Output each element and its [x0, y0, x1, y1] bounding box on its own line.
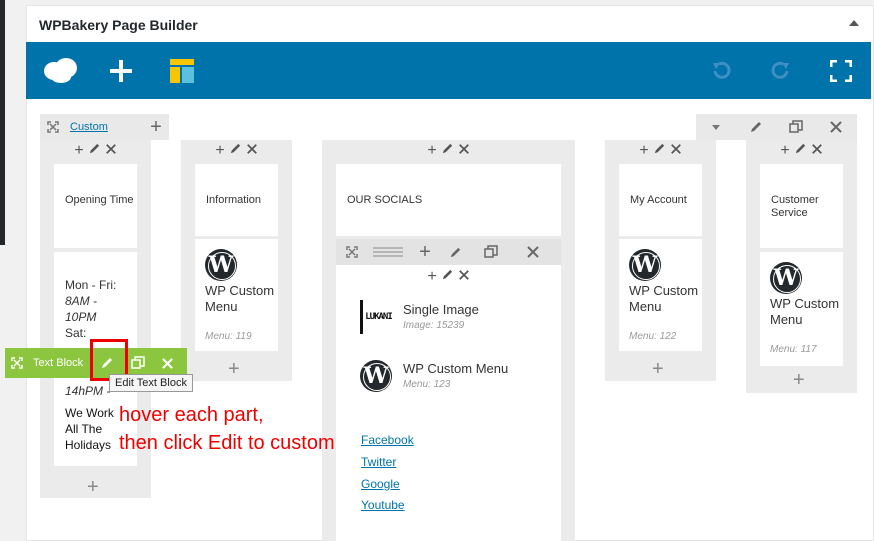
column-delete-icon[interactable]	[458, 142, 470, 160]
wordpress-icon: W	[629, 249, 661, 281]
builder-toolbar	[26, 42, 871, 99]
column-customer-service: + Customer Service W WP Custom Menu Menu…	[746, 140, 857, 393]
single-image-title[interactable]: Single Image	[403, 302, 479, 318]
fullscreen-icon[interactable]	[826, 42, 856, 99]
text-block-label: Text Block	[33, 357, 84, 369]
column-information: + Information W WP Custom Menu Menu: 119…	[181, 140, 292, 381]
inner-column-add-icon[interactable]: +	[427, 268, 436, 286]
row-move-icon[interactable]	[40, 114, 66, 140]
panel-title: WPBakery Page Builder	[39, 17, 198, 33]
social-link-google[interactable]: Google	[361, 477, 400, 491]
column-controls: +	[746, 140, 857, 162]
inner-column-delete-icon[interactable]	[458, 268, 470, 286]
custom-menu-title[interactable]: WP Custom Menu	[403, 361, 508, 377]
single-image-subtitle: Image: 15239	[403, 320, 465, 331]
column-add-element-icon[interactable]: +	[793, 369, 805, 392]
custom-menu-subtitle: Menu: 123	[403, 379, 451, 390]
social-link-youtube[interactable]: Youtube	[361, 498, 405, 512]
column-controls: +	[181, 140, 292, 162]
wordpress-icon: W	[770, 262, 802, 294]
social-link-facebook[interactable]: Facebook	[361, 433, 414, 447]
inner-row-delete-icon[interactable]	[513, 239, 553, 265]
row-add-column-icon[interactable]: +	[143, 114, 169, 140]
column-my-account: + My Account W WP Custom Menu Menu: 122 …	[605, 140, 716, 381]
column-add-element-icon[interactable]: +	[228, 358, 240, 381]
wp-custom-menu-element[interactable]: W WP Custom Menu Menu: 122	[619, 239, 702, 351]
column-label: Customer Service	[771, 194, 819, 219]
column-label-block[interactable]: Information	[195, 164, 278, 236]
wordpress-icon: W	[360, 360, 392, 392]
row-clone-icon[interactable]	[776, 114, 816, 140]
add-element-icon[interactable]	[106, 42, 136, 99]
column-add-element-icon[interactable]: +	[652, 358, 664, 381]
templates-icon[interactable]	[167, 42, 197, 99]
admin-menu-edge	[0, 0, 5, 245]
social-link-twitter[interactable]: Twitter	[361, 455, 396, 469]
column-delete-icon[interactable]	[670, 142, 682, 160]
column-edit-icon[interactable]	[441, 142, 454, 160]
column-delete-icon[interactable]	[105, 142, 117, 160]
column-controls: +	[40, 140, 151, 162]
column-label-block[interactable]: Customer Service	[760, 164, 843, 248]
row-toggle-icon[interactable]	[696, 114, 736, 140]
column-edit-icon[interactable]	[653, 142, 666, 160]
column-controls: +	[322, 140, 575, 162]
row-layout-custom-link[interactable]: Custom	[66, 121, 112, 133]
wp-custom-menu-element[interactable]: W WP Custom Menu Menu: 119	[195, 239, 278, 351]
element-subtitle: Menu: 122	[629, 331, 677, 342]
inner-row-controls: +	[336, 239, 561, 265]
collapse-arrow-icon[interactable]	[849, 20, 859, 26]
column-delete-icon[interactable]	[246, 142, 258, 160]
redo-icon[interactable]	[766, 42, 796, 99]
column-edit-icon[interactable]	[88, 142, 101, 160]
delete-icon[interactable]	[153, 357, 181, 370]
column-our-socials: + OUR SOCIALS + + LUKANI Single Image Im…	[322, 140, 575, 541]
inner-column-edit-icon[interactable]	[441, 268, 454, 286]
wp-custom-menu-element[interactable]: W WP Custom Menu Menu: 117	[760, 252, 843, 366]
column-label: OUR SOCIALS	[347, 194, 423, 206]
text-block-footer: We Work All The Holidays	[65, 406, 114, 452]
column-add-icon[interactable]: +	[639, 142, 648, 160]
column-add-icon[interactable]: +	[215, 142, 224, 160]
column-label-block[interactable]: Opening Time	[54, 164, 137, 248]
annotation-line-2: then click Edit to custom	[119, 432, 335, 454]
column-add-icon[interactable]: +	[780, 142, 789, 160]
column-label: My Account	[630, 194, 687, 206]
row-edit-icon[interactable]	[736, 114, 776, 140]
column-edit-icon[interactable]	[794, 142, 807, 160]
panel-header[interactable]: WPBakery Page Builder	[27, 6, 874, 43]
row-controls-right	[696, 114, 857, 140]
column-add-icon[interactable]: +	[74, 142, 83, 160]
move-icon[interactable]	[5, 357, 29, 369]
inner-row-clone-icon[interactable]	[468, 239, 513, 265]
inner-row-move-icon[interactable]	[336, 239, 368, 265]
column-label-block[interactable]: OUR SOCIALS	[336, 164, 561, 236]
column-add-element-icon[interactable]: +	[87, 476, 99, 499]
annotation-line-1: hover each part,	[119, 404, 264, 426]
text-block-content: Mon - Fri: 8AM - 10PM Sat:	[65, 278, 117, 340]
edit-tooltip: Edit Text Block	[109, 374, 193, 392]
element-title: WP Custom Menu	[205, 283, 275, 314]
inner-row-edit-icon[interactable]	[442, 239, 468, 265]
single-image-thumbnail: LUKANI	[360, 300, 394, 334]
row-delete-icon[interactable]	[816, 114, 856, 140]
element-title: WP Custom Menu	[770, 296, 840, 327]
undo-icon[interactable]	[706, 42, 736, 99]
column-label: Information	[206, 194, 262, 206]
wordpress-icon: W	[205, 249, 237, 281]
column-label-block[interactable]: My Account	[619, 164, 702, 236]
column-delete-icon[interactable]	[811, 142, 823, 160]
element-subtitle: Menu: 117	[770, 344, 817, 355]
column-edit-icon[interactable]	[229, 142, 242, 160]
inner-column-controls: +	[336, 265, 561, 289]
inner-row-add-icon[interactable]: +	[408, 239, 442, 265]
column-label: Opening Time	[65, 194, 134, 206]
row-controls-left: Custom +	[40, 114, 169, 140]
wpbakery-cloud-icon[interactable]	[40, 42, 80, 99]
element-subtitle: Menu: 119	[205, 331, 252, 342]
inner-row-drag-icon[interactable]	[368, 239, 408, 265]
column-controls: +	[605, 140, 716, 162]
column-add-icon[interactable]: +	[427, 142, 436, 160]
element-title: WP Custom Menu	[629, 283, 699, 314]
